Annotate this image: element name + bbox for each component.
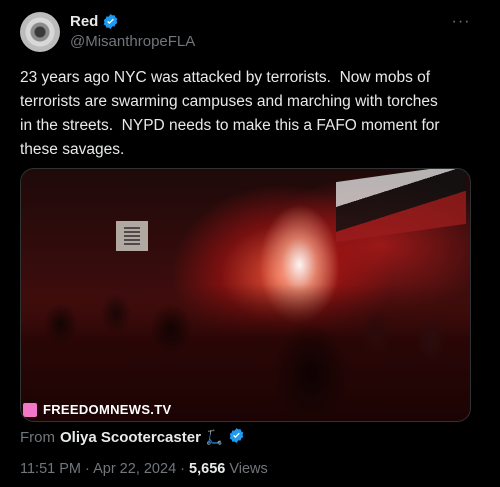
attribution-user[interactable]: Oliya Scootercaster bbox=[60, 429, 201, 446]
avatar[interactable] bbox=[20, 12, 60, 52]
tweet-text: 23 years ago NYC was attacked by terrori… bbox=[20, 69, 440, 158]
meta-separator: · bbox=[81, 461, 94, 477]
meta-separator: · bbox=[176, 461, 190, 477]
watermark-text: FREEDOMNEWS.TV bbox=[43, 402, 172, 417]
crowd-silhouette bbox=[21, 284, 470, 421]
verified-badge-icon[interactable] bbox=[102, 13, 119, 30]
video-media[interactable]: FREEDOMNEWS.TV bbox=[20, 168, 471, 422]
more-options-icon[interactable]: ··· bbox=[451, 14, 471, 30]
attribution-verified-badge-icon[interactable] bbox=[228, 427, 245, 448]
watermark: FREEDOMNEWS.TV bbox=[23, 402, 171, 417]
scooter-emoji-icon: 🛴 bbox=[205, 429, 224, 445]
author-handle[interactable]: @MisanthropeFLA bbox=[70, 33, 195, 50]
background-building bbox=[116, 221, 148, 251]
watermark-logo-icon bbox=[23, 402, 37, 417]
tweet-date[interactable]: Apr 22, 2024 bbox=[93, 461, 176, 477]
views-label: Views bbox=[225, 461, 268, 477]
tweet-meta: 11:51 PM · Apr 22, 2024 · 5,656 Views bbox=[20, 461, 268, 477]
views-count: 5,656 bbox=[189, 461, 226, 477]
tweet: Red @MisanthropeFLA ··· 23 years ago NYC… bbox=[0, 0, 500, 487]
flag-shape bbox=[336, 169, 466, 243]
display-name[interactable]: Red bbox=[70, 13, 98, 30]
from-label: From bbox=[20, 429, 55, 446]
author-name-row: Red bbox=[70, 13, 119, 30]
video-attribution: From Oliya Scootercaster 🛴 bbox=[20, 427, 245, 448]
tweet-time[interactable]: 11:51 PM bbox=[20, 461, 81, 477]
